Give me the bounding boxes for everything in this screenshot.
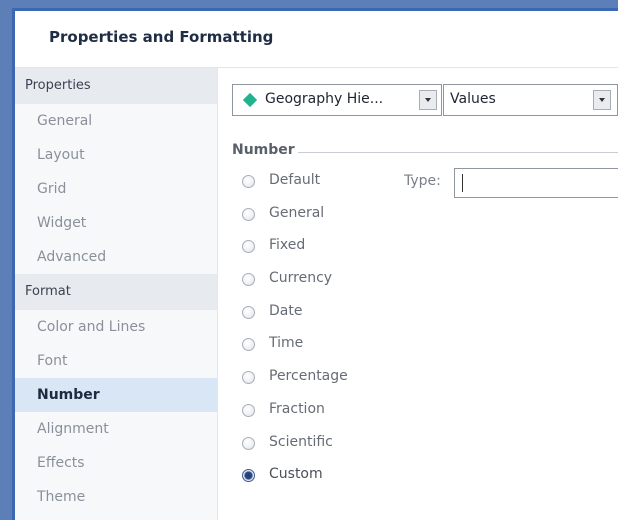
radio-label: Default bbox=[269, 172, 321, 188]
sidebar-item-font[interactable]: Font bbox=[15, 344, 217, 378]
radio-label: Custom bbox=[269, 466, 323, 483]
sidebar-item-advanced[interactable]: Advanced bbox=[15, 240, 217, 274]
hierarchy-dropdown-button[interactable] bbox=[419, 90, 437, 110]
sidebar-item-theme[interactable]: Theme bbox=[15, 480, 217, 514]
radio-button[interactable] bbox=[242, 338, 255, 352]
hierarchy-select-value: Geography Hie... bbox=[265, 91, 384, 107]
radio-button[interactable] bbox=[242, 273, 255, 287]
sidebar-item-number[interactable]: Number bbox=[15, 378, 217, 412]
format-number-panel: Geography Hie... Values Number Default G… bbox=[218, 68, 618, 520]
sidebar-section-format: Format bbox=[15, 274, 217, 310]
radio-button[interactable] bbox=[242, 403, 255, 417]
radio-label: Time bbox=[269, 335, 304, 352]
radio-button[interactable] bbox=[242, 436, 255, 450]
radio-button[interactable] bbox=[242, 207, 255, 221]
radio-label: Percentage bbox=[269, 368, 348, 385]
radio-button[interactable] bbox=[242, 305, 255, 319]
radio-label: Fixed bbox=[269, 237, 306, 254]
radio-label: General bbox=[269, 204, 325, 221]
values-select[interactable]: Values bbox=[443, 84, 618, 116]
sidebar-item-grid[interactable]: Grid bbox=[15, 172, 217, 206]
dialog-title: Properties and Formatting bbox=[49, 28, 274, 46]
sidebar-section-properties: Properties bbox=[15, 68, 217, 104]
number-group-title: Number bbox=[232, 142, 301, 158]
radio-button-selected[interactable] bbox=[242, 469, 255, 483]
group-divider bbox=[298, 152, 618, 153]
hierarchy-select[interactable]: Geography Hie... bbox=[232, 84, 442, 116]
radio-button[interactable] bbox=[242, 371, 255, 385]
chevron-down-icon bbox=[599, 98, 605, 102]
sidebar-item-effects[interactable]: Effects bbox=[15, 446, 217, 480]
text-cursor bbox=[462, 174, 463, 192]
sidebar-item-layout[interactable]: Layout bbox=[15, 138, 217, 172]
sidebar-item-alignment[interactable]: Alignment bbox=[15, 412, 217, 446]
type-input[interactable] bbox=[454, 168, 618, 198]
values-select-value: Values bbox=[450, 91, 496, 107]
chevron-down-icon bbox=[425, 98, 431, 102]
sidebar-item-color-and-lines[interactable]: Color and Lines bbox=[15, 310, 217, 344]
radio-label: Currency bbox=[269, 270, 333, 287]
sidebar-item-general[interactable]: General bbox=[15, 104, 217, 138]
sidebar-item-widget[interactable]: Widget bbox=[15, 206, 217, 240]
type-label: Type: bbox=[404, 173, 441, 189]
radio-label: Fraction bbox=[269, 400, 325, 417]
dialog-title-bar: Properties and Formatting bbox=[15, 11, 618, 68]
sidebar: Properties General Layout Grid Widget Ad… bbox=[15, 68, 218, 520]
radio-button[interactable] bbox=[242, 175, 255, 188]
radio-label: Scientific bbox=[269, 433, 333, 450]
values-dropdown-button[interactable] bbox=[593, 90, 611, 110]
radio-label: Date bbox=[269, 302, 303, 319]
radio-button[interactable] bbox=[242, 240, 255, 254]
properties-dialog: Properties and Formatting Properties Gen… bbox=[12, 8, 618, 520]
diamond-icon bbox=[242, 92, 258, 108]
